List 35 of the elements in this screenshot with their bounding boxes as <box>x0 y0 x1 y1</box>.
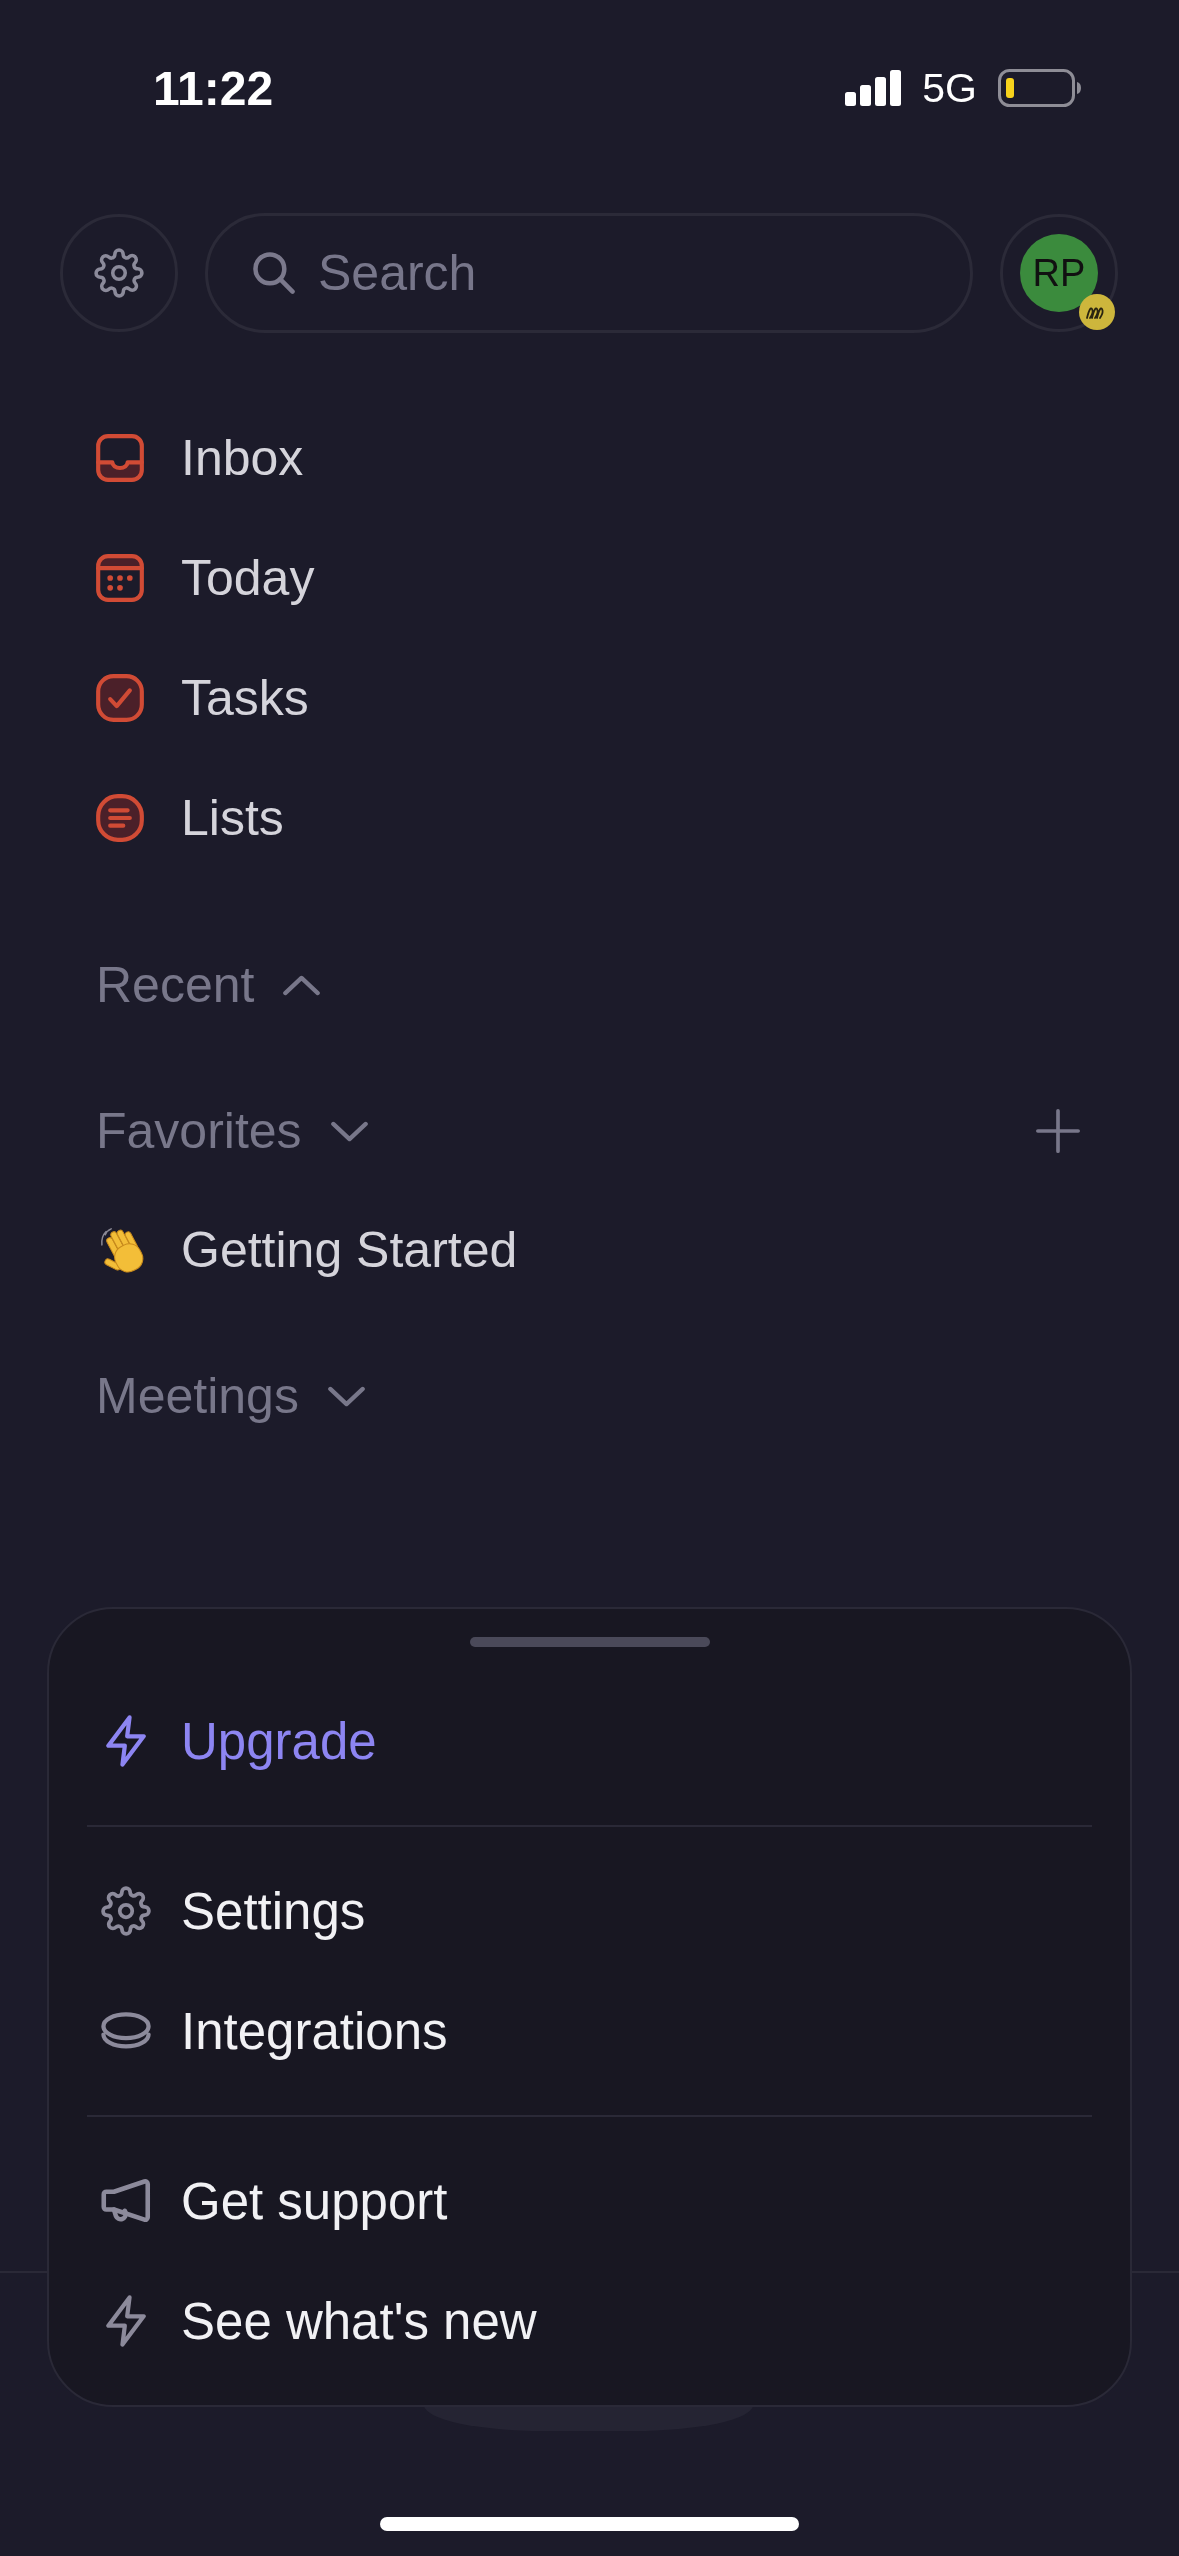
settings-button[interactable] <box>60 214 178 332</box>
section-header[interactable]: Meetings <box>96 1364 366 1428</box>
layers-icon <box>101 2012 151 2050</box>
section-header[interactable]: Favorites <box>96 1099 369 1163</box>
nav-item[interactable]: Today <box>96 546 315 610</box>
megaphone-icon <box>101 2178 151 2224</box>
page-item[interactable]: Getting Started <box>96 1218 518 1282</box>
search-field[interactable]: Search <box>205 213 973 333</box>
menu-item[interactable]: Upgrade <box>87 1709 377 1773</box>
settings-icon <box>94 248 144 298</box>
avatar: RP <box>1020 234 1098 312</box>
menu-item[interactable]: Get support <box>87 2169 448 2233</box>
list-icon <box>96 794 144 842</box>
badge-icon <box>1079 294 1115 330</box>
checkbox-icon <box>96 674 144 722</box>
inbox-tray-icon <box>96 434 144 482</box>
status-time: 11:22 <box>153 60 274 116</box>
sheet-handle[interactable] <box>469 1637 710 1647</box>
menu-item[interactable]: Integrations <box>87 1999 448 2063</box>
avatar-button[interactable]: RP <box>1000 214 1118 332</box>
menu-item[interactable]: Settings <box>87 1879 366 1943</box>
settings-icon <box>101 1886 151 1936</box>
nav-item[interactable]: Inbox <box>96 426 304 490</box>
signal-icon <box>845 70 902 106</box>
plus-icon[interactable] <box>1036 1109 1080 1153</box>
calendar-icon <box>96 554 144 602</box>
lightning-icon <box>106 2295 146 2347</box>
network-label: 5G <box>922 64 977 112</box>
section-header[interactable]: Recent <box>96 953 322 1017</box>
menu-item[interactable]: See what's new <box>87 2289 537 2353</box>
nav-item[interactable]: Lists <box>96 786 284 850</box>
battery-icon <box>998 69 1081 107</box>
lightning-icon <box>106 1715 146 1767</box>
search-icon <box>253 252 295 294</box>
nav-item[interactable]: Tasks <box>96 666 309 730</box>
